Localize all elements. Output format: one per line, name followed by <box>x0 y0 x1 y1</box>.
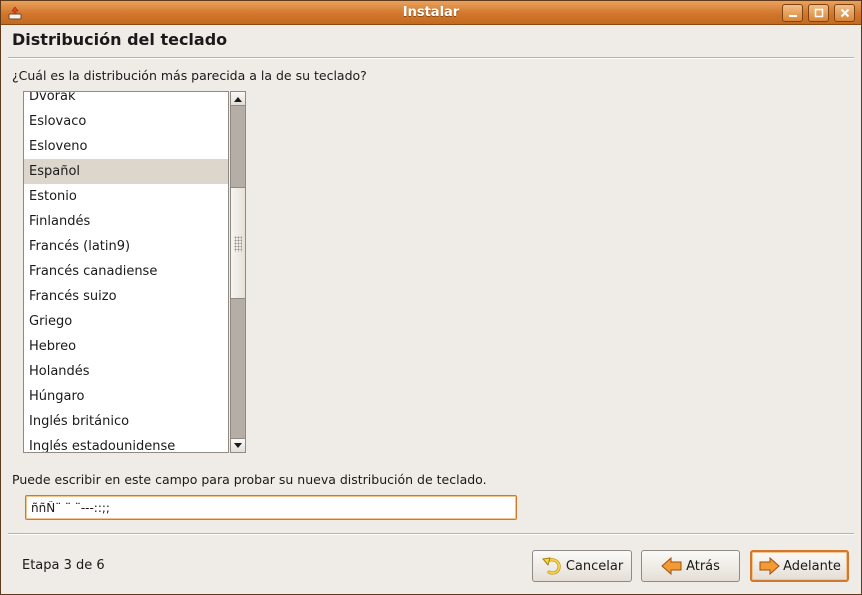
back-button[interactable]: Atrás <box>641 550 740 582</box>
grip-icon <box>234 236 242 252</box>
header-divider <box>8 57 854 59</box>
list-item[interactable]: Eslovaco <box>24 109 228 134</box>
list-item[interactable]: Holandés <box>24 359 228 384</box>
list-item[interactable]: Inglés británico <box>24 409 228 434</box>
list-item[interactable]: Griego <box>24 309 228 334</box>
layout-list-items: Dvorak Eslovaco Esloveno Español Estonio Finl… <box>24 92 228 452</box>
step-indicator: Etapa 3 de 6 <box>22 558 105 573</box>
test-field-label: Puede escribir en este campo para probar… <box>12 472 487 487</box>
arrow-up-icon <box>234 96 242 102</box>
back-button-label: Atrás <box>686 558 720 574</box>
layout-list-scrollbar[interactable] <box>230 91 246 453</box>
undo-icon <box>541 557 561 575</box>
layout-list[interactable]: Dvorak Eslovaco Esloveno Español Estonio Finl… <box>23 91 229 453</box>
scroll-thumb[interactable] <box>231 187 245 299</box>
list-item[interactable]: Esloveno <box>24 134 228 159</box>
minimize-icon <box>788 15 797 17</box>
scroll-down-button[interactable] <box>231 438 245 452</box>
maximize-icon <box>814 8 823 18</box>
arrow-right-icon <box>759 557 780 575</box>
close-icon <box>840 8 849 18</box>
layout-question: ¿Cuál es la distribución más parecida a … <box>12 68 367 83</box>
test-input[interactable] <box>25 495 517 520</box>
close-button[interactable] <box>834 4 855 22</box>
scroll-up-button[interactable] <box>231 92 245 106</box>
title-bar[interactable]: Instalar <box>1 1 861 25</box>
forward-button-label: Adelante <box>783 558 841 574</box>
window-title: Instalar <box>402 5 460 20</box>
forward-button[interactable]: Adelante <box>750 550 849 582</box>
list-item[interactable]: Francés suizo <box>24 284 228 309</box>
minimize-button[interactable] <box>782 4 803 22</box>
list-item[interactable]: Francés (latin9) <box>24 234 228 259</box>
cancel-button[interactable]: Cancelar <box>532 550 632 582</box>
arrow-left-icon <box>661 557 682 575</box>
list-item[interactable]: Dvorak <box>24 92 228 109</box>
list-item[interactable]: Finlandés <box>24 209 228 234</box>
footer-divider <box>8 533 854 535</box>
list-item[interactable]: Francés canadiense <box>24 259 228 284</box>
cancel-button-label: Cancelar <box>565 558 624 574</box>
list-item[interactable]: Húngaro <box>24 384 228 409</box>
arrow-down-icon <box>234 442 242 448</box>
page-title: Distribución del teclado <box>12 30 228 49</box>
maximize-button[interactable] <box>808 4 829 22</box>
installer-window: Instalar Distribución del teclado ¿Cuál … <box>0 0 862 595</box>
list-item[interactable]: Inglés estadounidense <box>24 434 228 452</box>
list-item[interactable]: Hebreo <box>24 334 228 359</box>
list-item[interactable]: Español <box>24 159 228 184</box>
list-item[interactable]: Estonio <box>24 184 228 209</box>
